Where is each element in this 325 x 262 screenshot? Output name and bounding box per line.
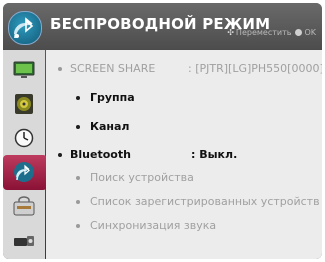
- channel-label: Канал: [90, 120, 130, 133]
- sidebar: [3, 50, 47, 259]
- screen-share-value: : [PJTR][LG]PH550[0000]: [188, 62, 322, 75]
- sidebar-item-sound[interactable]: [3, 87, 45, 122]
- hint-move: Переместить: [235, 28, 292, 37]
- sidebar-item-wireless[interactable]: [3, 155, 47, 190]
- device-search-label: Поиск устройства: [90, 171, 194, 184]
- move-arrows-icon: ✣: [227, 28, 234, 37]
- sound-sync-label: Синхронизация звука: [90, 219, 217, 232]
- bullet: [58, 153, 62, 157]
- menu-item-bluetooth[interactable]: Bluetooth : Выкл.: [46, 144, 322, 166]
- menu-window: БЕСПРОВОДНОЙ РЕЖИМ ✣ Переместить OK SCRE…: [3, 3, 322, 259]
- sidebar-item-time[interactable]: [3, 121, 45, 156]
- bullet: [76, 125, 80, 129]
- navigation-hints: ✣ Переместить OK: [227, 28, 316, 37]
- bullet: [76, 224, 80, 228]
- hint-ok: OK: [304, 28, 316, 37]
- bluetooth-label: Bluetooth: [70, 148, 131, 161]
- bullet: [76, 96, 80, 100]
- bullet: [76, 200, 80, 204]
- sidebar-item-devices[interactable]: [3, 223, 45, 258]
- registered-devices-label: Список зарегистрированных устройств: [90, 195, 320, 208]
- bullet: [76, 176, 80, 180]
- group-label: Группа: [90, 91, 135, 104]
- clock-icon: [14, 128, 34, 148]
- bluetooth-value: : Выкл.: [191, 148, 238, 161]
- menu-item-registered-devices[interactable]: Список зарегистрированных устройств: [46, 191, 322, 213]
- menu-content: SCREEN SHARE : [PJTR][LG]PH550[0000] Гру…: [46, 50, 322, 259]
- menu-item-device-search[interactable]: Поиск устройства: [46, 167, 322, 189]
- bluetooth-wireless-icon: [8, 11, 42, 45]
- wireless-bluetooth-icon: [14, 162, 34, 182]
- menu-item-screen-share[interactable]: SCREEN SHARE : [PJTR][LG]PH550[0000]: [46, 58, 322, 80]
- screen-share-label: SCREEN SHARE: [70, 62, 156, 75]
- menu-item-channel[interactable]: Канал: [46, 116, 322, 138]
- ok-button-icon: [295, 29, 303, 36]
- sidebar-item-picture[interactable]: [3, 53, 45, 88]
- menu-header: БЕСПРОВОДНОЙ РЕЖИМ ✣ Переместить OK: [3, 3, 322, 50]
- lock-icon: [13, 196, 35, 216]
- usb-devices-icon: [14, 236, 34, 246]
- menu-item-group[interactable]: Группа: [46, 87, 322, 109]
- monitor-icon: [13, 61, 35, 78]
- sidebar-item-lock[interactable]: [3, 189, 45, 224]
- menu-item-sound-sync[interactable]: Синхронизация звука: [46, 215, 322, 237]
- speaker-icon: [15, 94, 33, 114]
- bullet: [58, 67, 62, 71]
